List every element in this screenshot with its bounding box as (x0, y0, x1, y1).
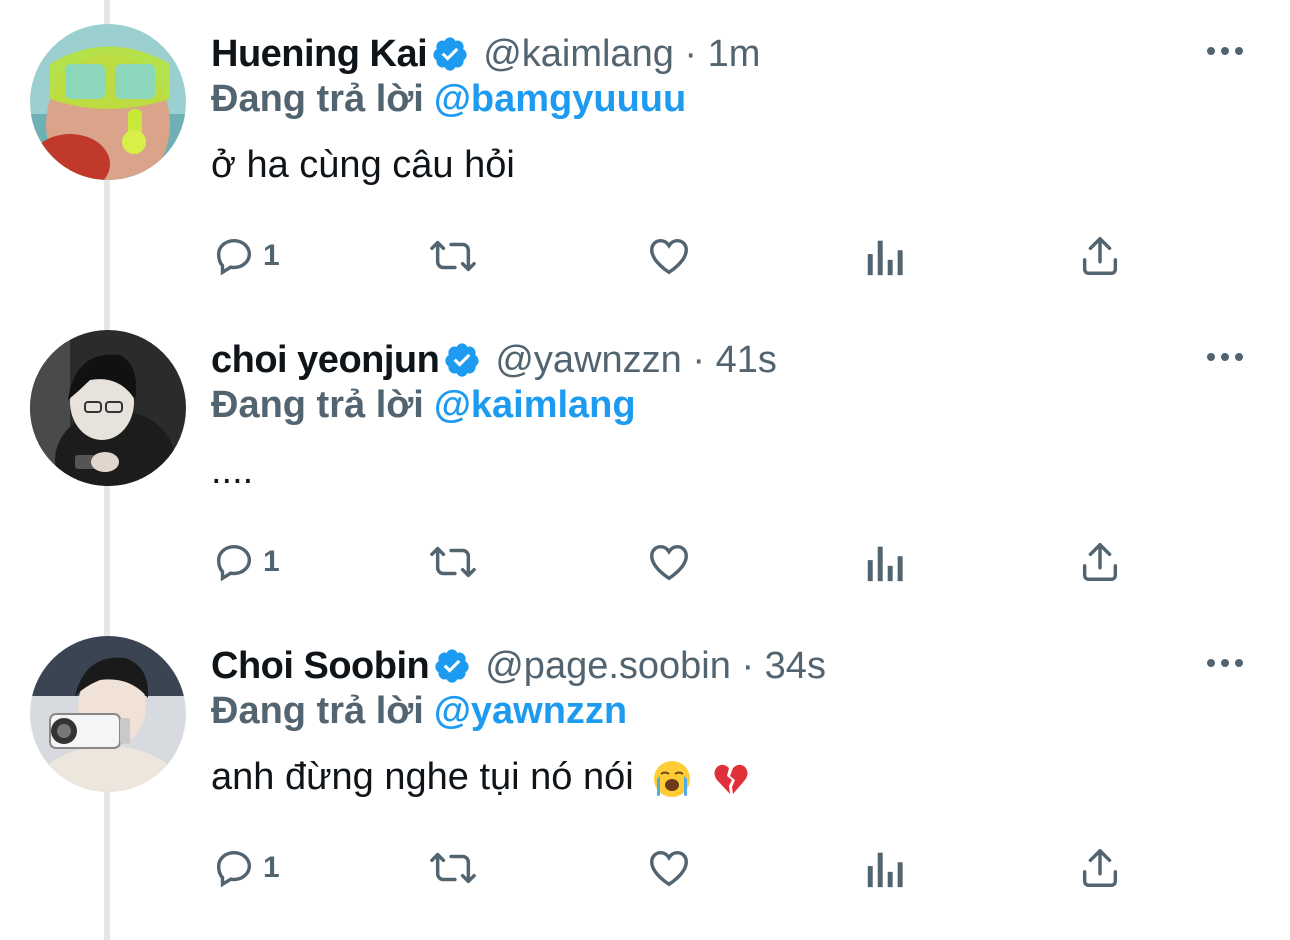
timestamp[interactable]: 41s (716, 339, 777, 382)
tweet[interactable]: choi yeonjun @yawnzzn · 41s Đang trả lời… (0, 306, 1290, 612)
avatar[interactable] (30, 636, 186, 792)
like-icon (650, 238, 688, 275)
handle[interactable]: @yawnzzn (495, 339, 681, 382)
replying-to: Đang trả lời @yawnzzn (211, 690, 627, 733)
retweet-button[interactable] (425, 228, 481, 284)
like-button[interactable] (645, 534, 693, 590)
separator: · (684, 32, 698, 75)
tweet[interactable]: Huening Kai @kaimlang · 1m Đang trả lời @… (0, 0, 1290, 306)
timestamp[interactable]: 1m (708, 33, 761, 76)
reply-button[interactable]: 1 (211, 228, 280, 284)
retweet-icon (430, 240, 476, 272)
avatar[interactable] (30, 330, 186, 486)
reply-button[interactable]: 1 (211, 534, 280, 590)
timestamp[interactable]: 34s (765, 645, 826, 688)
verified-badge-icon (433, 37, 467, 71)
share-button[interactable] (1077, 840, 1123, 896)
like-icon (650, 544, 688, 581)
like-button[interactable] (645, 228, 693, 284)
handle[interactable]: @kaimlang (483, 33, 674, 76)
tweet[interactable]: Choi Soobin @page.soobin · 34s Đang trả … (0, 612, 1290, 918)
replying-to-handle[interactable]: @kaimlang (434, 384, 636, 426)
analytics-icon (867, 240, 903, 276)
replying-to-label: Đang trả lời (211, 690, 424, 732)
replying-to-label: Đang trả lời (211, 384, 424, 426)
avatar[interactable] (30, 24, 186, 180)
broken-heart-emoji (714, 764, 748, 794)
retweet-button[interactable] (425, 534, 481, 590)
separator: · (692, 338, 705, 381)
display-name[interactable]: Choi Soobin (211, 645, 430, 688)
share-button[interactable] (1077, 534, 1123, 590)
replying-to: Đang trả lời @kaimlang (211, 384, 636, 427)
analytics-icon (867, 852, 903, 888)
verified-badge-icon (435, 649, 469, 683)
share-icon (1082, 237, 1118, 275)
tweet-text: .... (211, 450, 253, 493)
crying-face-emoji (654, 760, 691, 797)
display-name[interactable]: Huening Kai (211, 33, 428, 76)
like-icon (650, 850, 688, 887)
analytics-button[interactable] (863, 228, 907, 284)
share-icon (1082, 543, 1118, 581)
analytics-button[interactable] (863, 840, 907, 896)
verified-badge-icon (445, 343, 480, 377)
tweet-text-content: ở ha cùng câu hỏi (211, 144, 515, 186)
more-options-icon[interactable] (1205, 342, 1245, 372)
more-options-icon[interactable] (1205, 648, 1245, 678)
reply-count: 1 (263, 545, 280, 578)
reply-button[interactable]: 1 (211, 840, 280, 896)
analytics-icon (867, 546, 903, 582)
display-name[interactable]: choi yeonjun (211, 339, 440, 382)
action-bar: 1 (211, 228, 1211, 284)
retweet-icon (430, 546, 476, 578)
like-button[interactable] (645, 840, 693, 896)
action-bar: 1 (211, 534, 1211, 590)
reply-count: 1 (263, 851, 280, 884)
reply-icon (216, 544, 252, 582)
retweet-button[interactable] (425, 840, 481, 896)
analytics-button[interactable] (863, 534, 907, 590)
tweet-text: ở ha cùng câu hỏi (211, 144, 515, 187)
tweet-text: anh đừng nghe tụi nó nói (211, 756, 751, 799)
replying-to: Đang trả lời @bamgyuuuu (211, 78, 686, 121)
handle[interactable]: @page.soobin (485, 645, 731, 688)
reply-count: 1 (263, 239, 280, 272)
reply-icon (216, 850, 252, 888)
replying-to-handle[interactable]: @yawnzzn (434, 690, 627, 732)
share-icon (1082, 849, 1118, 887)
action-bar: 1 (211, 840, 1211, 896)
more-options-icon[interactable] (1205, 36, 1245, 66)
reply-icon (216, 238, 252, 276)
replying-to-handle[interactable]: @bamgyuuuu (434, 78, 686, 120)
tweet-text-content: anh đừng nghe tụi nó nói (211, 756, 634, 798)
retweet-icon (430, 852, 476, 884)
replying-to-label: Đang trả lời (211, 78, 424, 120)
separator: · (741, 644, 755, 687)
share-button[interactable] (1077, 228, 1123, 284)
tweet-text-content: .... (211, 450, 254, 492)
